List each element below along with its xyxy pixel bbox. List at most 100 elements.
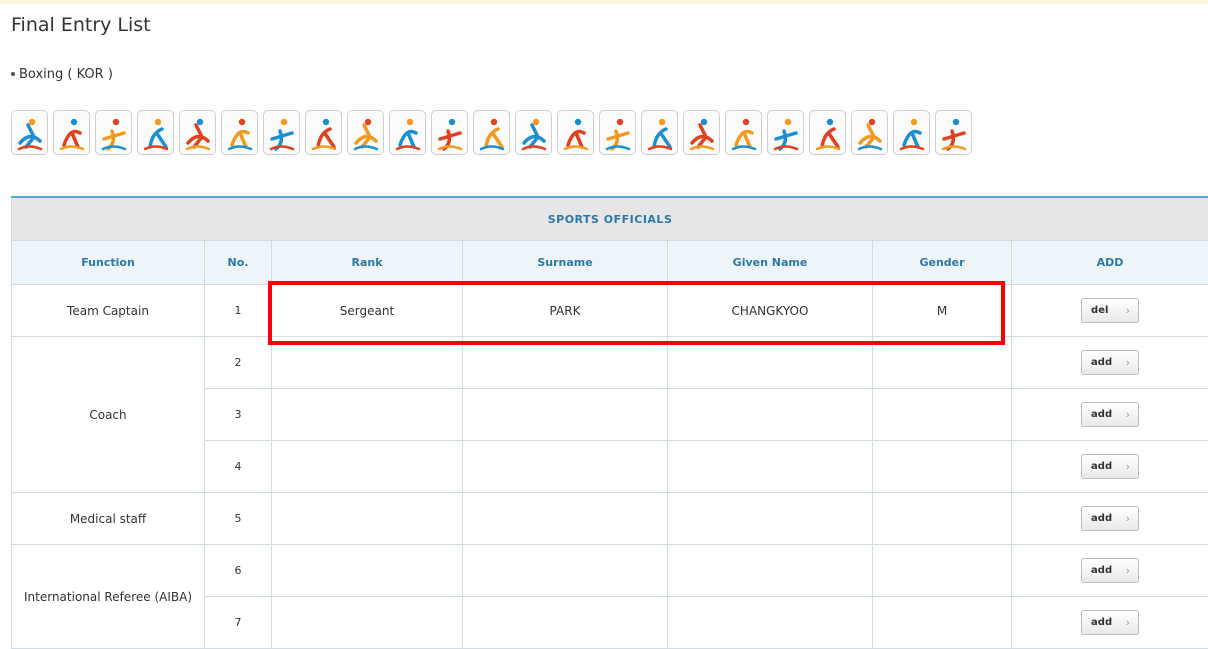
add-button[interactable]: add› <box>1081 402 1139 427</box>
gender-cell <box>873 441 1012 493</box>
sailing-icon-graphic <box>686 113 718 153</box>
hockey-icon[interactable] <box>431 110 468 155</box>
gender-cell <box>873 337 1012 389</box>
add-button[interactable]: add › <box>1081 350 1139 375</box>
button-label: add <box>1091 513 1112 524</box>
top-border <box>0 0 1208 4</box>
cycling-icon[interactable] <box>179 110 216 155</box>
triathlon-icon[interactable] <box>767 110 804 155</box>
boxing-icon-graphic <box>644 113 676 153</box>
button-label: add <box>1091 565 1112 576</box>
number-cell: 1 <box>205 285 272 337</box>
rank-cell <box>272 493 463 545</box>
chevron-right-icon: › <box>1126 611 1130 634</box>
athletics-icon-graphic <box>140 113 172 153</box>
officials-table: SPORTS OFFICIALS Function No. Rank Surna… <box>11 196 1208 649</box>
function-cell: Team Captain <box>12 285 205 337</box>
action-cell: add › <box>1012 337 1208 389</box>
surname-cell <box>463 337 668 389</box>
action-cell: del› <box>1012 285 1208 337</box>
rank-cell <box>272 441 463 493</box>
judo-icon[interactable] <box>473 110 510 155</box>
col-rank: Rank <box>272 241 463 285</box>
diving-icon-graphic <box>812 113 844 153</box>
add-button[interactable]: add › <box>1081 506 1139 531</box>
col-gender: Gender <box>873 241 1012 285</box>
athletics-icon[interactable] <box>137 110 174 155</box>
action-cell: add› <box>1012 389 1208 441</box>
gymnastics-icon-graphic <box>350 113 382 153</box>
col-surname: Surname <box>463 241 668 285</box>
running-icon[interactable] <box>599 110 636 155</box>
function-cell: Coach <box>12 337 205 493</box>
button-label: add <box>1091 357 1112 368</box>
gender-cell <box>873 389 1012 441</box>
gender-cell <box>873 597 1012 649</box>
shooting-icon[interactable] <box>11 110 48 155</box>
golf-icon[interactable] <box>305 110 342 155</box>
gender-cell <box>873 545 1012 597</box>
modern-pentathlon-icon-graphic <box>518 113 550 153</box>
diving-icon[interactable] <box>809 110 846 155</box>
table-row: Medical staff 5 add › <box>12 493 1208 545</box>
number-cell: 6 <box>205 545 272 597</box>
page-title: Final Entry List <box>11 14 151 36</box>
delete-button[interactable]: del› <box>1081 298 1139 323</box>
fencing-icon[interactable] <box>221 110 258 155</box>
chevron-right-icon: › <box>1126 455 1130 478</box>
volleyball-icon[interactable] <box>935 110 972 155</box>
add-button[interactable]: add › <box>1081 454 1139 479</box>
gymnastics-icon[interactable] <box>347 110 384 155</box>
sports-icon-bar <box>11 110 972 158</box>
function-cell: Medical staff <box>12 493 205 545</box>
basketball-icon-graphic <box>98 113 130 153</box>
sport-name: Boxing ( KOR ) <box>19 67 113 82</box>
triathlon-icon-graphic <box>770 113 802 153</box>
modern-pentathlon-icon[interactable] <box>515 110 552 155</box>
number-cell: 4 <box>205 441 272 493</box>
given-name-cell <box>668 337 873 389</box>
add-button[interactable]: add› <box>1081 610 1139 635</box>
bullet-icon <box>11 72 15 76</box>
cycling-icon-graphic <box>182 113 214 153</box>
number-cell: 2 <box>205 337 272 389</box>
multi-sport-icon-graphic <box>854 113 886 153</box>
given-name-cell <box>668 493 873 545</box>
surname-cell <box>463 389 668 441</box>
rowing-icon[interactable] <box>557 110 594 155</box>
given-name-cell <box>668 441 873 493</box>
sailing-icon[interactable] <box>683 110 720 155</box>
taekwondo-icon[interactable] <box>893 110 930 155</box>
section-title: SPORTS OFFICIALS <box>12 197 1208 241</box>
football-icon[interactable] <box>263 110 300 155</box>
given-name-cell <box>668 597 873 649</box>
basketball-icon[interactable] <box>95 110 132 155</box>
multi-sport-icon[interactable] <box>851 110 888 155</box>
archery-icon[interactable] <box>53 110 90 155</box>
number-cell: 7 <box>205 597 272 649</box>
judo-icon-graphic <box>476 113 508 153</box>
given-name-cell: CHANGKYOO <box>668 285 873 337</box>
gender-cell <box>873 493 1012 545</box>
chevron-right-icon: › <box>1126 507 1130 530</box>
swimming-icon[interactable] <box>725 110 762 155</box>
rank-cell <box>272 597 463 649</box>
rank-cell <box>272 545 463 597</box>
handball-icon-graphic <box>392 113 424 153</box>
chevron-right-icon: › <box>1126 403 1130 426</box>
button-label: add <box>1091 461 1112 472</box>
surname-cell <box>463 493 668 545</box>
col-given-name: Given Name <box>668 241 873 285</box>
action-cell: add› <box>1012 545 1208 597</box>
function-cell: International Referee (AIBA) <box>12 545 205 649</box>
number-cell: 5 <box>205 493 272 545</box>
chevron-right-icon: › <box>1126 299 1130 322</box>
fencing-icon-graphic <box>224 113 256 153</box>
shooting-icon-graphic <box>14 113 46 153</box>
rowing-icon-graphic <box>560 113 592 153</box>
chevron-right-icon: › <box>1126 351 1130 374</box>
boxing-icon[interactable] <box>641 110 678 155</box>
taekwondo-icon-graphic <box>896 113 928 153</box>
handball-icon[interactable] <box>389 110 426 155</box>
add-button[interactable]: add› <box>1081 558 1139 583</box>
